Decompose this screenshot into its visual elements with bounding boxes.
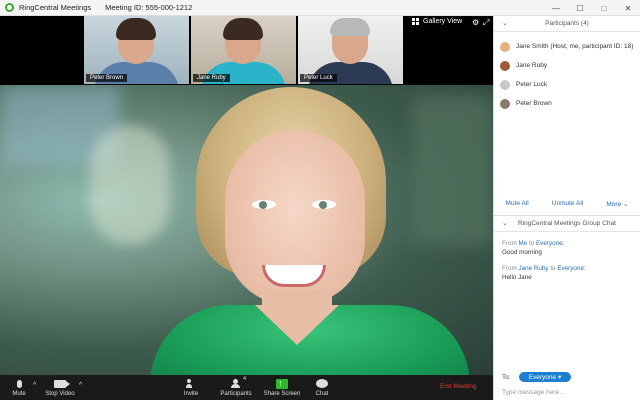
people-icon	[229, 378, 243, 389]
gallery-view-button[interactable]: Gallery View	[412, 18, 462, 25]
chat-message: From Jane Ruby to Everyone: Hello Jane	[494, 264, 640, 282]
window-controls: — ☐ □ ✕	[544, 0, 640, 16]
message-recipient: Everyone:	[535, 240, 565, 247]
to-word: to	[550, 265, 556, 272]
meeting-toolbar: Mute ^ Stop Video ^ Invite Participants …	[0, 375, 493, 400]
participant-actions: Mute All Unmute All More ⌄	[494, 192, 640, 216]
unmute-all-button[interactable]: Unmute All	[552, 200, 583, 207]
invite-label: Invite	[183, 391, 199, 397]
stop-video-button[interactable]: Stop Video	[42, 375, 78, 400]
background-blur	[413, 95, 493, 245]
speaker-eye	[312, 200, 336, 209]
participants-label: Participants	[220, 391, 252, 397]
chat-label: Chat	[315, 391, 329, 397]
more-button[interactable]: More ⌄	[606, 200, 628, 208]
chat-message: From Me to Everyone: Good morning	[494, 239, 640, 257]
thumbnail-hair	[223, 18, 263, 40]
participant-name: Peter Brown	[516, 100, 552, 107]
chat-bubble-icon	[316, 378, 328, 389]
active-speaker-video[interactable]	[0, 85, 493, 375]
end-meeting-button[interactable]: End Meeting	[440, 383, 477, 390]
participants-button[interactable]: Participants	[218, 375, 254, 400]
participant-name: Jane Ruby	[516, 62, 548, 69]
message-recipient: Everyone:	[557, 265, 586, 272]
title-bar: RingCentral Meetings Meeting ID: 555-000…	[0, 0, 640, 16]
thumbnail-name: Jane Ruby	[193, 74, 230, 82]
from-prefix: From	[502, 265, 517, 272]
participant-name: Jane Smith (Host, me, participant ID: 18…	[516, 43, 634, 50]
audio-options-caret-icon[interactable]: ^	[33, 382, 36, 389]
mute-button[interactable]: Mute	[6, 375, 32, 400]
side-panel: ⌄ Participants (4) Jane Smith (Host, me,…	[493, 16, 640, 400]
maximize-button[interactable]: □	[592, 0, 616, 16]
minimize-button[interactable]: —	[544, 0, 568, 16]
avatar	[500, 98, 510, 109]
grid-icon	[412, 18, 419, 25]
chat-header: ⌄ RingCentral Meetings Group Chat	[494, 216, 640, 232]
participants-count-badge: 4	[243, 376, 247, 382]
thumbnail-hair	[116, 18, 156, 40]
participant-thumbnail[interactable]: Peter Luck	[298, 16, 403, 84]
message-text: Good morning	[502, 249, 542, 256]
thumbnail-name: Peter Brown	[86, 74, 128, 82]
gear-icon[interactable]: ⚙	[472, 18, 479, 27]
close-button[interactable]: ✕	[616, 0, 640, 16]
from-prefix: From	[502, 240, 517, 247]
recipient-row: To: Everyone ▾	[502, 372, 572, 382]
to-word: to	[528, 240, 535, 247]
add-person-icon	[186, 378, 196, 389]
app-title: RingCentral Meetings	[19, 3, 92, 12]
collapse-chevron-icon[interactable]: ⌄	[502, 19, 508, 27]
chat-button[interactable]: Chat	[312, 375, 332, 400]
participant-item[interactable]: Jane Smith (Host, me, participant ID: 18…	[494, 37, 640, 56]
meeting-id: Meeting ID: 555-000-1212	[105, 3, 193, 12]
restore-button[interactable]: ☐	[568, 0, 592, 16]
participants-header: ⌄ Participants (4)	[494, 16, 640, 32]
stop-video-label: Stop Video	[45, 391, 75, 397]
participant-thumbnail[interactable]: Peter Brown	[84, 16, 189, 84]
share-screen-label: Share Screen	[263, 391, 301, 397]
video-area: Peter Brown Jane Ruby Peter Luck Gallery…	[0, 16, 493, 375]
speaker-eye	[252, 200, 276, 209]
thumbnail-hair	[330, 18, 370, 36]
share-screen-icon	[276, 378, 288, 389]
participant-item[interactable]: Peter Brown	[494, 94, 640, 113]
microphone-icon	[16, 378, 22, 389]
message-meta: From Jane Ruby to Everyone:	[502, 264, 640, 273]
message-meta: From Me to Everyone:	[502, 239, 640, 248]
message-sender: Me	[518, 240, 528, 247]
recipient-dropdown[interactable]: Everyone ▾	[518, 372, 572, 382]
thumbnail-strip: Peter Brown Jane Ruby Peter Luck	[84, 16, 403, 84]
gallery-view-label: Gallery View	[423, 18, 463, 25]
chat-message-input[interactable]: Type message here...	[502, 389, 565, 396]
thumbnail-name: Peter Luck	[300, 74, 337, 82]
chevron-down-icon: ⌄	[622, 200, 629, 208]
message-sender: Jane Ruby	[518, 265, 549, 272]
collapse-chevron-icon[interactable]: ⌄	[502, 219, 508, 227]
participant-item[interactable]: Peter Luck	[494, 75, 640, 94]
to-label: To:	[502, 373, 511, 381]
message-text: Hello Jane	[502, 274, 532, 281]
participant-item[interactable]: Jane Ruby	[494, 56, 640, 75]
mute-all-button[interactable]: Mute All	[506, 200, 529, 207]
share-screen-button[interactable]: Share Screen	[263, 375, 301, 400]
participants-list: Jane Smith (Host, me, participant ID: 18…	[494, 32, 640, 192]
caret-down-icon: ▾	[557, 374, 562, 381]
participant-thumbnail[interactable]: Jane Ruby	[191, 16, 296, 84]
chat-title: RingCentral Meetings Group Chat	[518, 220, 616, 227]
recipient-value: Everyone	[528, 374, 557, 381]
avatar	[500, 79, 510, 90]
participant-name: Peter Luck	[516, 81, 548, 88]
video-options-caret-icon[interactable]: ^	[79, 382, 82, 389]
background-blur	[90, 125, 170, 245]
invite-button[interactable]: Invite	[180, 375, 202, 400]
more-label: More	[606, 200, 622, 208]
fullscreen-icon[interactable]: ⤢	[483, 18, 489, 28]
avatar	[500, 60, 510, 71]
app-logo-icon	[5, 3, 14, 12]
participants-title: Participants (4)	[545, 20, 589, 27]
avatar	[500, 41, 510, 52]
video-camera-icon	[54, 378, 70, 389]
mute-label: Mute	[12, 391, 26, 397]
